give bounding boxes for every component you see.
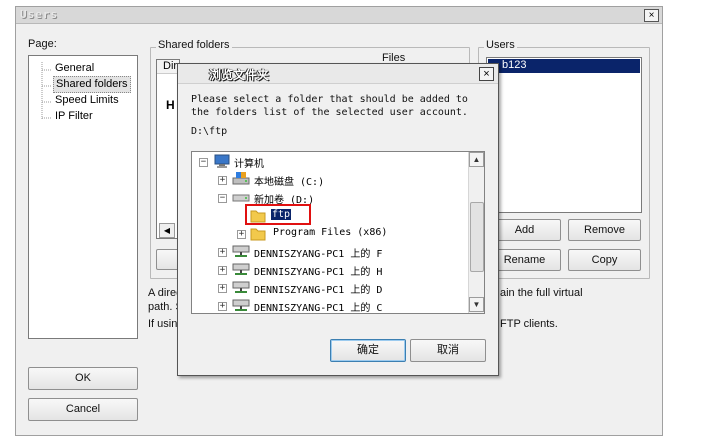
scroll-thumb[interactable] xyxy=(470,202,484,272)
folder-tree-scrollbar[interactable]: ▲ ▼ xyxy=(468,152,484,313)
ftp-highlight-box xyxy=(245,204,311,225)
expand-program-files-toggle[interactable]: + xyxy=(237,230,246,239)
users-label: Users xyxy=(484,39,517,51)
browse-dialog-title: 浏览文件夹 xyxy=(209,68,270,82)
tree-node-net-h[interactable]: DENNISZYANG-PC1 上的 H xyxy=(254,263,382,278)
browse-titlebar: 浏览文件夹 × xyxy=(178,64,498,84)
shared-folders-label: Shared folders xyxy=(156,39,232,51)
home-directory-marker: H xyxy=(166,98,175,112)
network-drive-icon xyxy=(232,299,250,311)
scroll-up-button[interactable]: ▲ xyxy=(469,152,484,167)
current-path: D:\ftp xyxy=(191,126,228,137)
directories-header[interactable]: Dir xyxy=(157,60,179,74)
browse-cancel-button[interactable]: 取消 xyxy=(410,339,486,362)
network-drive-icon xyxy=(232,245,250,257)
drive-icon xyxy=(232,172,250,185)
browse-close-button[interactable]: × xyxy=(479,67,494,81)
info-text-right-1: ain the full virtual xyxy=(500,287,583,299)
browse-folder-dialog: 浏览文件夹 × Please select a folder that shou… xyxy=(177,63,499,376)
collapse-drive-d-toggle[interactable]: − xyxy=(218,194,227,203)
copy-user-button[interactable]: Copy xyxy=(568,249,641,271)
page-item-shared-folders[interactable]: Shared folders xyxy=(53,76,131,93)
page-item-ip-filter[interactable]: IP Filter xyxy=(55,109,93,124)
page-tree: General Shared folders Speed Limits IP F… xyxy=(28,55,138,339)
network-drive-icon xyxy=(232,263,250,275)
tree-node-computer[interactable]: 计算机 xyxy=(234,155,264,170)
expand-net-h-toggle[interactable]: + xyxy=(218,266,227,275)
tree-node-net-c[interactable]: DENNISZYANG-PC1 上的 C xyxy=(254,299,382,313)
page-tree-lines xyxy=(41,62,51,120)
info-text-right-2: FTP clients. xyxy=(500,318,558,330)
user-list-item[interactable]: b123 xyxy=(488,59,640,73)
folder-icon xyxy=(250,228,266,241)
ok-button[interactable]: OK xyxy=(28,367,138,390)
expand-net-f-toggle[interactable]: + xyxy=(218,248,227,257)
drive-icon xyxy=(232,194,250,202)
tree-node-net-d[interactable]: DENNISZYANG-PC1 上的 D xyxy=(254,281,382,296)
info-text-line-3: If usin xyxy=(148,318,178,330)
expand-drive-c-toggle[interactable]: + xyxy=(218,176,227,185)
page-item-speed-limits[interactable]: Speed Limits xyxy=(55,93,119,108)
tree-node-drive-c[interactable]: 本地磁盘 (C:) xyxy=(254,173,324,188)
browse-description-line-2: the folders list of the selected user ac… xyxy=(191,107,468,118)
page-item-general[interactable]: General xyxy=(55,61,94,76)
network-drive-icon xyxy=(232,281,250,293)
browse-ok-button[interactable]: 确定 xyxy=(330,339,406,362)
page-label: Page: xyxy=(28,38,57,50)
directories-scroll-left[interactable]: ◀ xyxy=(159,223,175,238)
expand-net-c-toggle[interactable]: + xyxy=(218,302,227,311)
expand-net-d-toggle[interactable]: + xyxy=(218,284,227,293)
computer-icon xyxy=(214,154,230,168)
folder-tree[interactable]: − 计算机 + 本地磁盘 (C:) − 新加卷 (D:) ftp + Progr… xyxy=(191,151,485,314)
users-list[interactable]: b123 xyxy=(486,57,642,213)
collapse-computer-toggle[interactable]: − xyxy=(199,158,208,167)
remove-user-button[interactable]: Remove xyxy=(568,219,641,241)
tree-node-program-files[interactable]: Program Files (x86) xyxy=(273,227,387,238)
cancel-button[interactable]: Cancel xyxy=(28,398,138,421)
users-titlebar: Users × xyxy=(16,7,662,24)
users-close-button[interactable]: × xyxy=(644,9,659,22)
tree-node-net-f[interactable]: DENNISZYANG-PC1 上的 F xyxy=(254,245,382,260)
browse-description-line-1: Please select a folder that should be ad… xyxy=(191,94,468,105)
scroll-down-button[interactable]: ▼ xyxy=(469,297,484,312)
users-window-title: Users xyxy=(20,8,59,21)
